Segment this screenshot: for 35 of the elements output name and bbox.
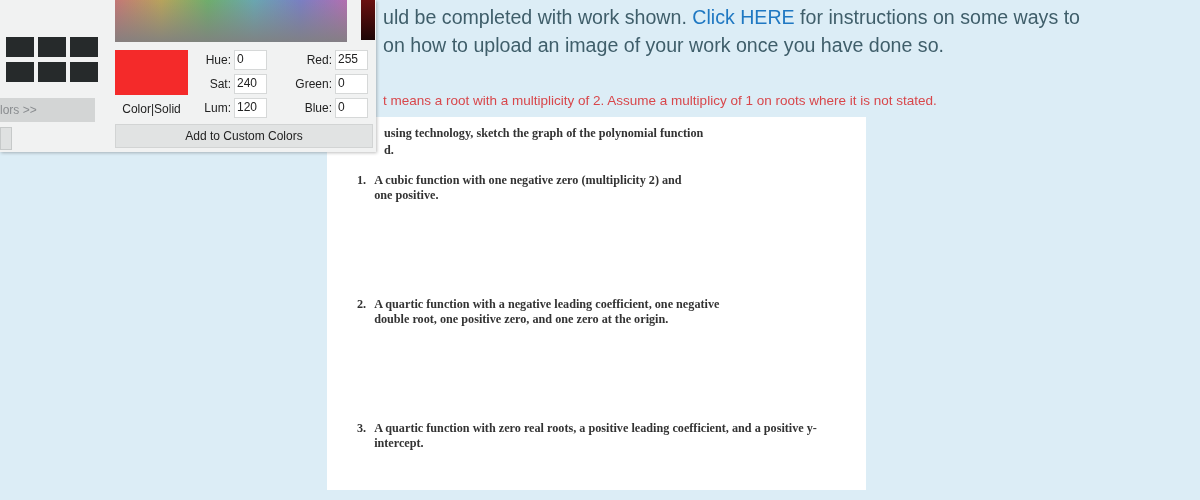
value-field[interactable]: 0 — [335, 98, 368, 118]
add-custom-color-button[interactable]: Add to Custom Colors — [115, 124, 373, 148]
value-field[interactable]: 0 — [234, 50, 267, 70]
color-swatch[interactable] — [6, 62, 34, 82]
luminance-bar[interactable] — [361, 0, 375, 40]
question-number: 2. — [357, 297, 367, 313]
color-swatch[interactable] — [38, 62, 66, 82]
value-field[interactable]: 255 — [335, 50, 368, 70]
question-number: 1. — [357, 173, 367, 189]
color-swatch[interactable] — [70, 62, 98, 82]
field-label: Hue: — [204, 53, 231, 67]
field-label: Red: — [305, 53, 332, 67]
dialog-button[interactable] — [0, 127, 12, 150]
field-label: Blue: — [303, 101, 332, 115]
color-swatch[interactable] — [6, 37, 34, 57]
color-swatch[interactable] — [70, 37, 98, 57]
value-field[interactable]: 240 — [234, 74, 267, 94]
preview-label: Color|Solid — [122, 102, 181, 116]
field-label: Sat: — [208, 77, 231, 91]
question-text: A quartic function with a negative leading coefficient, one negative double root, one positive zero, and one zero at the origin. — [374, 297, 721, 327]
color-swatch[interactable] — [38, 37, 66, 57]
instructions-text: on how to upload an image of your work once you have done so. — [383, 33, 944, 58]
note-text: t means a root with a multiplicity of 2. Assume a multiplicy of 1 on roots where it is not stated. — [383, 93, 937, 108]
value-field[interactable]: 120 — [234, 98, 267, 118]
question-number: 3. — [357, 421, 367, 437]
question-text: A quartic function with zero real roots, a positive leading coefficient, and a positive y-intercept. — [374, 421, 818, 451]
instructions-text: uld be completed with work shown. Click HERE for instructions on some ways to — [383, 5, 1080, 30]
color-spectrum[interactable] — [115, 0, 347, 42]
instruction-text: using technology, sketch the graph of the polynomial function — [384, 125, 704, 142]
question-text: A cubic function with one negative zero (multiplicity 2) and one positive. — [374, 173, 683, 203]
link[interactable]: Click HERE — [692, 6, 795, 28]
value-field[interactable]: 0 — [335, 74, 368, 94]
instruction-text: d. — [384, 142, 394, 159]
field-label: Lum: — [203, 101, 231, 115]
field-label: Green: — [294, 77, 332, 91]
